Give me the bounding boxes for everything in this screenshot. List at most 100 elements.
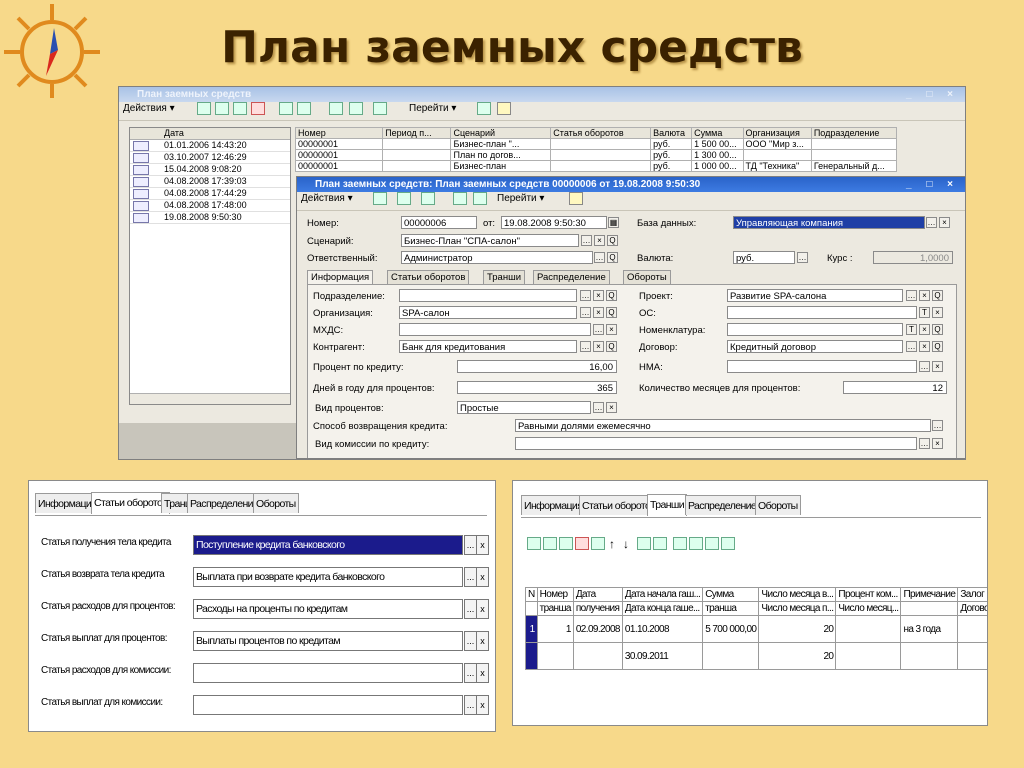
- date-list-row[interactable]: 19.08.2008 9:50:30: [130, 212, 290, 224]
- contract-select-button[interactable]: …: [906, 341, 917, 352]
- date-list-row[interactable]: 04.08.2008 17:44:29: [130, 188, 290, 200]
- article-clear-button[interactable]: x: [476, 567, 489, 587]
- left-tab-0[interactable]: Информация: [35, 493, 100, 513]
- delete-row-icon[interactable]: [575, 537, 589, 550]
- division-open-button[interactable]: Q: [606, 290, 617, 301]
- article-field[interactable]: Выплата при возврате кредита банковского: [193, 567, 463, 587]
- column-header[interactable]: Статья оборотов: [550, 127, 652, 139]
- pct-type-field[interactable]: Простые: [457, 401, 591, 414]
- project-open-button[interactable]: Q: [932, 290, 943, 301]
- refresh-icon[interactable]: [279, 102, 293, 116]
- move-up-icon[interactable]: ↑: [609, 537, 615, 551]
- responsible-open-button[interactable]: Q: [607, 252, 618, 263]
- table-row[interactable]: 00000001 План по догов... руб. 1 300 00...: [294, 149, 898, 161]
- post-icon[interactable]: [373, 192, 387, 206]
- doc-window-controls[interactable]: _ □ ×: [906, 177, 959, 192]
- table-row[interactable]: 30.09.2011 20: [525, 642, 987, 670]
- list-actions-menu[interactable]: Действия ▾: [123, 102, 175, 116]
- copy-row-icon[interactable]: [543, 537, 557, 550]
- column-header[interactable]: Подразделение: [810, 127, 898, 139]
- currency-select-button[interactable]: …: [797, 252, 808, 263]
- column-header[interactable]: Число месяца в...: [758, 587, 837, 602]
- scenario-open-button[interactable]: Q: [607, 235, 618, 246]
- return-select-button[interactable]: …: [932, 420, 943, 431]
- table-row[interactable]: 1 1 02.09.2008 01.10.2008 5 700 000,00 20 на 3…: [525, 615, 987, 643]
- print-icon[interactable]: [453, 192, 467, 206]
- column-header[interactable]: Процент ком...: [835, 587, 902, 602]
- delete-icon[interactable]: [251, 102, 265, 116]
- selection-icon[interactable]: [373, 102, 387, 116]
- division-clear-button[interactable]: ×: [593, 290, 604, 301]
- horizontal-scrollbar[interactable]: [130, 393, 290, 404]
- project-clear-button[interactable]: ×: [919, 290, 930, 301]
- column-header[interactable]: Число месяц...: [835, 601, 902, 616]
- contractor-select-button[interactable]: …: [580, 341, 591, 352]
- contract-open-button[interactable]: Q: [932, 341, 943, 352]
- article-field[interactable]: [193, 663, 463, 683]
- days-field[interactable]: 365: [457, 381, 617, 394]
- sort-asc-icon[interactable]: [637, 537, 651, 550]
- right-tab-0[interactable]: Информация: [521, 495, 586, 515]
- article-field[interactable]: Поступление кредита банковского: [193, 535, 463, 555]
- nomen-open-button[interactable]: Q: [932, 324, 943, 335]
- column-header[interactable]: транша: [536, 601, 574, 616]
- percent-field[interactable]: 16,00: [457, 360, 617, 373]
- column-header[interactable]: Сумма: [702, 587, 760, 602]
- project-select-button[interactable]: …: [906, 290, 917, 301]
- contractor-clear-button[interactable]: ×: [593, 341, 604, 352]
- right-tab-3[interactable]: Распределение: [685, 495, 760, 515]
- org-open-button[interactable]: Q: [606, 307, 617, 318]
- column-header[interactable]: Договор за: [957, 601, 987, 616]
- left-tab-3[interactable]: Распределение: [187, 493, 262, 513]
- edit-icon[interactable]: [233, 102, 247, 116]
- filter-list-icon[interactable]: [329, 102, 343, 116]
- division-field[interactable]: [399, 289, 577, 302]
- division-select-button[interactable]: …: [580, 290, 591, 301]
- column-header[interactable]: Примечание: [900, 587, 959, 602]
- date-list-header[interactable]: Дата: [130, 128, 290, 140]
- article-clear-button[interactable]: x: [476, 599, 489, 619]
- article-clear-button[interactable]: x: [476, 695, 489, 715]
- add-row-icon[interactable]: [527, 537, 541, 550]
- article-field[interactable]: [193, 695, 463, 715]
- article-field[interactable]: Выплаты процентов по кредитам: [193, 631, 463, 651]
- contract-clear-button[interactable]: ×: [919, 341, 930, 352]
- mkhds-select-button[interactable]: …: [593, 324, 604, 335]
- nma-clear-button[interactable]: ×: [932, 361, 943, 372]
- date-list[interactable]: Дата 01.01.2006 14:43:20 03.10.2007 12:46…: [129, 127, 291, 405]
- nomen-field[interactable]: [727, 323, 903, 336]
- doc-tab-2[interactable]: Транши: [483, 270, 526, 284]
- currency-field[interactable]: руб.: [733, 251, 795, 264]
- article-clear-button[interactable]: x: [476, 631, 489, 651]
- list-grid[interactable]: Номер Период п... Сценарий Статья оборотов В…: [294, 127, 898, 172]
- db-clear-button[interactable]: ×: [939, 217, 950, 228]
- table-row[interactable]: 00000001 Бизнес-план "... руб. 1 500 00... О…: [294, 138, 898, 150]
- mkhds-field[interactable]: [399, 323, 591, 336]
- scenario-clear-button[interactable]: ×: [594, 235, 605, 246]
- org-select-button[interactable]: …: [580, 307, 591, 318]
- left-tab-1[interactable]: Статьи оборотов: [91, 492, 171, 514]
- date-list-row[interactable]: 04.08.2008 17:48:00: [130, 200, 290, 212]
- report-icon[interactable]: [473, 192, 487, 206]
- column-header[interactable]: N: [525, 587, 538, 602]
- column-header[interactable]: Сценарий: [450, 127, 552, 139]
- date-list-row[interactable]: 03.10.2007 12:46:29: [130, 152, 290, 164]
- article-field[interactable]: Расходы на проценты по кредитам: [193, 599, 463, 619]
- sort-desc-icon[interactable]: [653, 537, 667, 550]
- org-clear-button[interactable]: ×: [593, 307, 604, 318]
- commission-field[interactable]: [515, 437, 917, 450]
- save-icon[interactable]: [397, 192, 411, 206]
- clear-table-icon[interactable]: [689, 537, 703, 550]
- responsible-select-button[interactable]: …: [594, 252, 605, 263]
- column-header[interactable]: [900, 601, 959, 616]
- structure-icon[interactable]: [477, 102, 491, 116]
- doc-tab-0[interactable]: Информация: [307, 270, 374, 285]
- nma-field[interactable]: [727, 360, 917, 373]
- fill-icon[interactable]: [673, 537, 687, 550]
- nomen-clear-button[interactable]: ×: [919, 324, 930, 335]
- column-header[interactable]: Число месяца п...: [758, 601, 837, 616]
- column-header[interactable]: Залог: [957, 587, 987, 602]
- doc-actions-menu[interactable]: Действия ▾: [301, 192, 353, 206]
- schedule-icon[interactable]: [721, 537, 735, 550]
- right-tab-4[interactable]: Обороты: [755, 495, 801, 515]
